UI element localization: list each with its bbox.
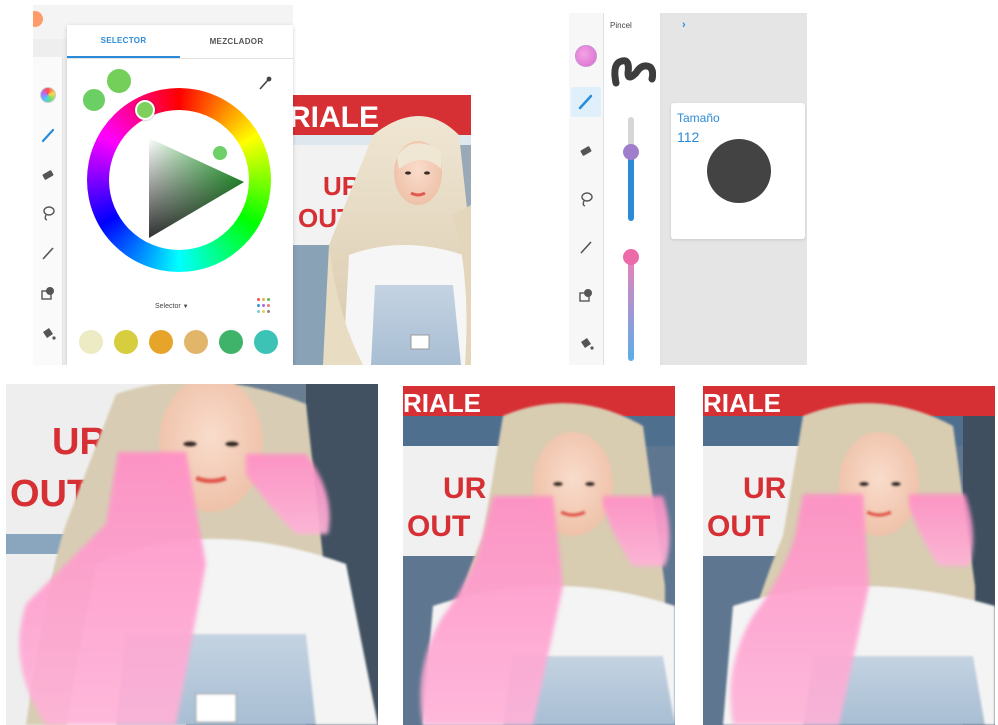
sign-top-text: RIALE xyxy=(703,388,781,418)
opacity-slider-thumb[interactable] xyxy=(623,249,639,265)
brush-icon xyxy=(578,94,593,110)
tool-sidebar-b xyxy=(569,13,603,365)
pen-tool[interactable] xyxy=(38,243,58,263)
size-label: Tamaño xyxy=(677,111,720,125)
brush-tool-b[interactable] xyxy=(571,87,601,117)
tab-mezclador[interactable]: MEZCLADOR xyxy=(180,25,293,58)
fill-shape-icon xyxy=(41,287,54,300)
brush-header[interactable]: Pincel xyxy=(610,21,632,30)
mode-dropdown[interactable]: Selector ▼ xyxy=(155,303,189,310)
palette-grid-button[interactable] xyxy=(257,298,273,314)
result-photo-1: UR OUT xyxy=(6,384,378,725)
lasso-icon xyxy=(43,206,55,221)
eyedropper-button[interactable] xyxy=(257,75,273,91)
bucket-tool-b[interactable] xyxy=(578,335,594,356)
shape-tool-b[interactable] xyxy=(578,287,594,308)
lasso-tool[interactable] xyxy=(38,203,58,223)
eraser-tool[interactable] xyxy=(38,165,58,185)
pen-icon xyxy=(42,247,54,260)
bucket-icon xyxy=(581,338,594,350)
brush-size-preview xyxy=(707,139,771,203)
sign-line1: UR xyxy=(443,472,487,505)
color-icon xyxy=(40,87,56,103)
chevron-right-icon[interactable]: › xyxy=(682,19,686,31)
size-slider-thumb[interactable] xyxy=(623,144,639,160)
pen-tool-b[interactable] xyxy=(578,239,594,260)
color-swatch-button[interactable] xyxy=(575,45,597,67)
brush-icon xyxy=(41,128,55,143)
sign-line2: OUT xyxy=(707,510,770,543)
lasso-icon xyxy=(581,192,593,207)
bucket-icon xyxy=(43,328,56,340)
lasso-tool-b[interactable] xyxy=(578,191,594,212)
result-photo-3: RIALE UR OUT xyxy=(703,386,995,725)
sign-top-text: RIALE xyxy=(293,101,379,134)
size-slider-fill xyxy=(628,153,634,221)
sign-top-text: RIALE xyxy=(403,388,481,418)
eraser-icon xyxy=(42,170,54,180)
color-swatch[interactable] xyxy=(79,330,103,354)
size-value: 112 xyxy=(677,129,700,145)
swatch-row xyxy=(79,330,285,354)
fill-shape-icon xyxy=(579,289,592,302)
color-swatch[interactable] xyxy=(114,330,138,354)
eyedropper-icon xyxy=(259,76,272,90)
brush-column: Pincel › xyxy=(603,13,686,365)
opacity-slider-track[interactable] xyxy=(628,255,634,361)
color-preview-bubble-small xyxy=(81,87,107,113)
saturation-handle[interactable] xyxy=(211,144,229,162)
sign-line2: OUT xyxy=(407,510,470,543)
brush-settings-screenshot: Pincel › Tamaño 112 xyxy=(569,13,807,365)
chevron-down-icon: ▼ xyxy=(182,304,189,310)
brush-stroke-preview[interactable] xyxy=(610,49,656,89)
color-preview-bubble xyxy=(105,67,133,95)
bucket-tool[interactable] xyxy=(38,323,58,343)
mode-dropdown-label: Selector xyxy=(155,303,181,310)
brush-tool[interactable] xyxy=(38,125,58,145)
color-picker-panel: SELECTOR MEZCLADOR Selector ▼ xyxy=(67,25,293,365)
eraser-icon xyxy=(580,146,592,156)
saturation-triangle[interactable] xyxy=(109,110,249,250)
color-tool[interactable] xyxy=(38,85,58,105)
pen-icon xyxy=(580,241,592,254)
color-picker-screenshot: RIALE UR OUT SELECTOR MEZCLADOR Selector… xyxy=(33,5,471,365)
eraser-tool-b[interactable] xyxy=(578,143,594,164)
size-popup: Tamaño 112 xyxy=(671,103,805,239)
tab-selector[interactable]: SELECTOR xyxy=(67,25,180,58)
color-swatch[interactable] xyxy=(219,330,243,354)
canvas-photo: RIALE UR OUT xyxy=(293,95,471,365)
tool-sidebar xyxy=(33,57,63,365)
picker-tabs: SELECTOR MEZCLADOR xyxy=(67,25,293,59)
result-photo-2: RIALE UR OUT xyxy=(403,386,675,725)
shape-tool[interactable] xyxy=(38,283,58,303)
canvas-blank-area xyxy=(293,5,471,95)
color-swatch[interactable] xyxy=(254,330,278,354)
sign-line1: UR xyxy=(743,472,787,505)
hue-handle[interactable] xyxy=(135,100,155,120)
color-swatch[interactable] xyxy=(149,330,173,354)
color-swatch[interactable] xyxy=(184,330,208,354)
